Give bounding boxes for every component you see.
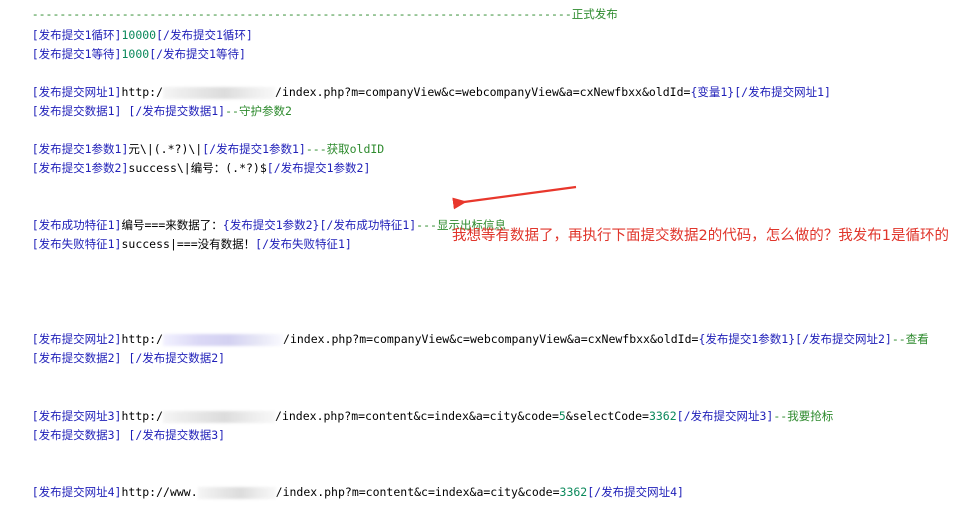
code-line-param1: [发布提交1参数1]元\|(.*?)\|[/发布提交1参数1]---获取oldI…: [4, 128, 385, 156]
close-tag: [/发布失败特征1]: [255, 237, 352, 251]
url-path: /index.php?m=companyView&c=webcompanyVie…: [275, 85, 691, 99]
arrow-shaft: [452, 185, 577, 210]
separator-comment: 正式发布: [571, 7, 618, 21]
comment: --守护参数2: [225, 104, 292, 118]
number-value: 3362: [559, 485, 588, 499]
url-path: /index.php?m=companyView&c=webcompanyVie…: [283, 332, 699, 346]
url-path: /index.php?m=content&c=index&a=city&code…: [275, 409, 559, 423]
close-tag: [/发布提交网址3]: [676, 409, 774, 423]
close-tag: [/发布提交1等待]: [149, 47, 246, 61]
redacted-domain: [197, 486, 276, 499]
comment: --我要抢标: [773, 409, 834, 423]
open-tag: [发布提交数据1]: [31, 104, 122, 118]
separator-line: ----------------------------------------…: [4, 0, 618, 21]
url-path: /index.php?m=content&c=index&a=city&code…: [275, 485, 560, 499]
open-tag: [发布提交网址4]: [31, 485, 122, 499]
annotation-note: 我想等有数据了，再执行下面提交数据2的代码，怎么做的？我发布1是循环的: [452, 228, 949, 244]
open-tag: [发布提交1等待]: [31, 47, 122, 61]
number-value: 5: [558, 409, 566, 423]
code-line-fail: [发布失败特征1]success|===没有数据！[/发布失败特征1]: [4, 223, 352, 251]
number-value: 1000: [121, 47, 150, 61]
code-line-data1: [发布提交数据1] [/发布提交数据1]--守护参数2: [4, 90, 292, 118]
url-prefix: http://www.: [121, 485, 198, 499]
open-tag: [发布提交1参数2]: [31, 161, 129, 175]
variable-ref: {变量1}: [690, 85, 735, 99]
open-tag: [发布提交数据2]: [31, 351, 122, 365]
code-line-data3: [发布提交数据3] [/发布提交数据3]: [4, 414, 225, 442]
code-line-url1: [发布提交网址1]http://index.php?m=companyView&…: [4, 71, 831, 99]
number-value: 3362: [648, 409, 677, 423]
close-tag: [/发布提交网址2]: [795, 332, 892, 346]
close-tag: [/发布提交1参数2]: [266, 161, 371, 175]
close-tag: [/发布提交数据2]: [121, 351, 226, 365]
code-line-url4: [发布提交网址4]http://www. /index.php?m=content…: [4, 471, 684, 499]
match-text: success|===没有数据！: [121, 237, 256, 251]
close-tag: [/发布提交数据3]: [121, 428, 226, 442]
code-line-url2: [发布提交网址2]http://index.php?m=companyView&…: [4, 318, 929, 346]
code-line-data2: [发布提交数据2] [/发布提交数据2]: [4, 337, 225, 365]
close-tag: [/发布提交网址4]: [587, 485, 684, 499]
variable-ref: {发布提交1参数1}: [698, 332, 796, 346]
open-tag: [发布失败特征1]: [31, 237, 122, 251]
code-line-url3: [发布提交网址3]http://index.php?m=content&c=in…: [4, 395, 834, 423]
open-tag: [发布提交数据3]: [31, 428, 122, 442]
close-tag: [/发布提交数据1]: [121, 104, 226, 118]
code-line-wait: [发布提交1等待]1000[/发布提交1等待]: [4, 33, 246, 61]
code-line-param2: [发布提交1参数2]success\|编号：(.*?)$[/发布提交1参数2]: [4, 147, 371, 175]
code-line-loop: [发布提交1循环]10000[/发布提交1循环]: [4, 14, 253, 42]
url-param: &selectCode=: [565, 409, 649, 423]
code-line-success: [发布成功特征1]编号===来数据了：{发布提交1参数2}[/发布成功特征1]-…: [4, 204, 506, 232]
comment: --查看: [891, 332, 929, 346]
regex-text: success\|编号：(.*?)$: [128, 161, 267, 175]
close-tag: [/发布提交网址1]: [734, 85, 831, 99]
